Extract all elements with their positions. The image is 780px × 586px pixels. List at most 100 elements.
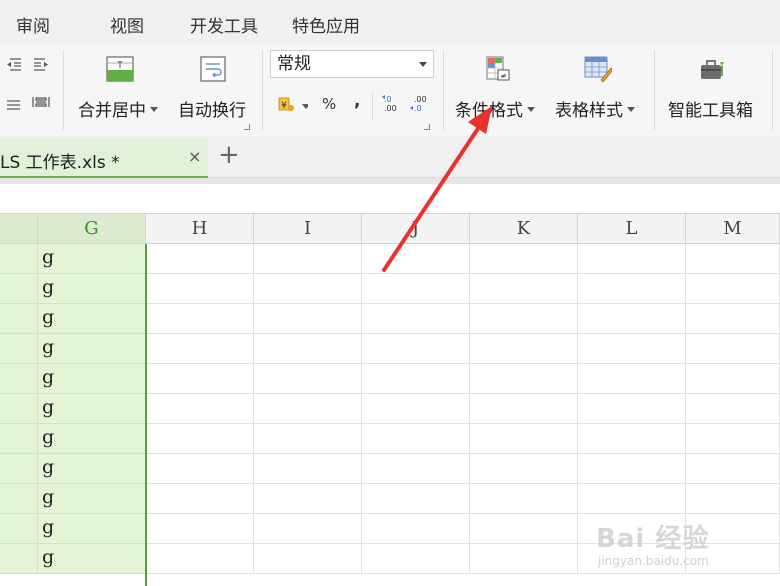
grid-cell[interactable]	[146, 364, 254, 394]
grid-cell[interactable]	[686, 484, 780, 514]
grid-cell[interactable]	[0, 514, 38, 544]
grid-cell[interactable]	[0, 244, 38, 274]
grid-cell[interactable]	[254, 454, 362, 484]
merge-center-button[interactable]: 合并居中	[78, 96, 158, 121]
grid-cell[interactable]: g	[38, 244, 146, 274]
grid-cell[interactable]	[470, 454, 578, 484]
grid-cell[interactable]	[146, 334, 254, 364]
grid-cell[interactable]: g	[38, 514, 146, 544]
grid-cell[interactable]	[362, 304, 470, 334]
grid-cell[interactable]	[146, 484, 254, 514]
column-header-j[interactable]: J	[362, 214, 470, 244]
grid-cell[interactable]	[0, 364, 38, 394]
grid-cell[interactable]: g	[38, 334, 146, 364]
grid-cell[interactable]	[578, 394, 686, 424]
alignment-dialog-launcher[interactable]	[244, 124, 250, 130]
grid-cell[interactable]	[470, 544, 578, 574]
grid-cell[interactable]	[362, 364, 470, 394]
currency-icon[interactable]: ¥	[278, 96, 310, 118]
close-icon[interactable]: ×	[188, 147, 201, 166]
grid-cell[interactable]	[146, 394, 254, 424]
grid-cell[interactable]	[0, 424, 38, 454]
grid-cell[interactable]	[470, 274, 578, 304]
menu-special-apps[interactable]: 特色应用	[292, 12, 360, 37]
new-tab-button[interactable]: +	[218, 140, 240, 170]
column-header-g[interactable]: G	[38, 214, 146, 244]
grid-cell[interactable]	[254, 514, 362, 544]
grid-cell[interactable]	[470, 304, 578, 334]
menu-developer-tools[interactable]: 开发工具	[190, 12, 258, 37]
grid-cell[interactable]: g	[38, 394, 146, 424]
grid-cell[interactable]	[0, 304, 38, 334]
grid-cell[interactable]	[146, 544, 254, 574]
grid-cell[interactable]	[146, 244, 254, 274]
grid-cell[interactable]: g	[38, 304, 146, 334]
column-header-h[interactable]: H	[146, 214, 254, 244]
grid-cell[interactable]	[470, 424, 578, 454]
grid-cell[interactable]	[578, 304, 686, 334]
grid-cell[interactable]	[470, 394, 578, 424]
merge-center-icon[interactable]: T	[106, 56, 134, 86]
grid-cell[interactable]	[254, 424, 362, 454]
grid-cell[interactable]	[578, 244, 686, 274]
grid-cell[interactable]	[470, 244, 578, 274]
grid-cell[interactable]	[146, 454, 254, 484]
grid-cell[interactable]	[470, 364, 578, 394]
grid-cell[interactable]	[578, 454, 686, 484]
grid-cell[interactable]	[470, 514, 578, 544]
table-style-icon[interactable]	[584, 56, 614, 86]
document-tab[interactable]: LS 工作表.xls * ×	[0, 138, 208, 178]
grid-cell[interactable]	[146, 424, 254, 454]
grid-cell[interactable]: g	[38, 544, 146, 574]
grid-cell[interactable]	[686, 424, 780, 454]
justify-align-icon[interactable]	[32, 94, 50, 113]
table-style-button[interactable]: 表格样式	[555, 96, 635, 121]
decrease-indent-icon[interactable]	[6, 56, 22, 75]
grid-cell[interactable]	[254, 364, 362, 394]
menu-review[interactable]: 审阅	[16, 12, 50, 37]
grid-cell[interactable]	[578, 424, 686, 454]
grid-cell[interactable]	[578, 484, 686, 514]
column-header-l[interactable]: L	[578, 214, 686, 244]
conditional-format-icon[interactable]: ≠	[486, 56, 510, 86]
formula-bar[interactable]	[0, 184, 780, 214]
grid-cell[interactable]	[0, 334, 38, 364]
grid-cell[interactable]	[146, 274, 254, 304]
grid-cell[interactable]	[254, 544, 362, 574]
grid-cell[interactable]: g	[38, 484, 146, 514]
grid-cell[interactable]	[254, 484, 362, 514]
grid-cell[interactable]: g	[38, 424, 146, 454]
grid-cell[interactable]	[254, 244, 362, 274]
comma-style-button[interactable]: ,	[354, 91, 360, 111]
grid-cell[interactable]	[470, 334, 578, 364]
grid-cell[interactable]	[146, 304, 254, 334]
conditional-format-button[interactable]: 条件格式	[455, 96, 535, 121]
grid-cell[interactable]	[578, 274, 686, 304]
grid-cell[interactable]	[362, 274, 470, 304]
grid-cell[interactable]	[0, 454, 38, 484]
distributed-align-icon[interactable]	[6, 96, 22, 115]
grid-cell[interactable]	[686, 274, 780, 304]
smart-toolbox-button[interactable]: 智能工具箱	[668, 96, 753, 121]
column-header-k[interactable]: K	[470, 214, 578, 244]
grid-cell[interactable]	[362, 244, 470, 274]
grid-cell[interactable]	[578, 334, 686, 364]
grid-cell[interactable]	[254, 274, 362, 304]
grid-cell[interactable]: g	[38, 454, 146, 484]
grid-cell[interactable]	[362, 394, 470, 424]
grid-cell[interactable]	[362, 334, 470, 364]
grid-cell[interactable]	[686, 334, 780, 364]
column-header-partial[interactable]	[0, 214, 38, 244]
column-header-i[interactable]: I	[254, 214, 362, 244]
number-format-select[interactable]: 常规	[270, 50, 434, 78]
increase-decimal-icon[interactable]: .0.00	[382, 94, 400, 118]
grid-cell[interactable]	[686, 364, 780, 394]
grid-cell[interactable]	[686, 244, 780, 274]
grid-cell[interactable]	[254, 304, 362, 334]
grid-cell[interactable]	[362, 424, 470, 454]
grid-cell[interactable]	[686, 454, 780, 484]
wrap-text-icon[interactable]	[200, 56, 226, 86]
grid-cell[interactable]	[686, 304, 780, 334]
column-header-m[interactable]: M	[686, 214, 780, 244]
grid-cell[interactable]	[254, 334, 362, 364]
